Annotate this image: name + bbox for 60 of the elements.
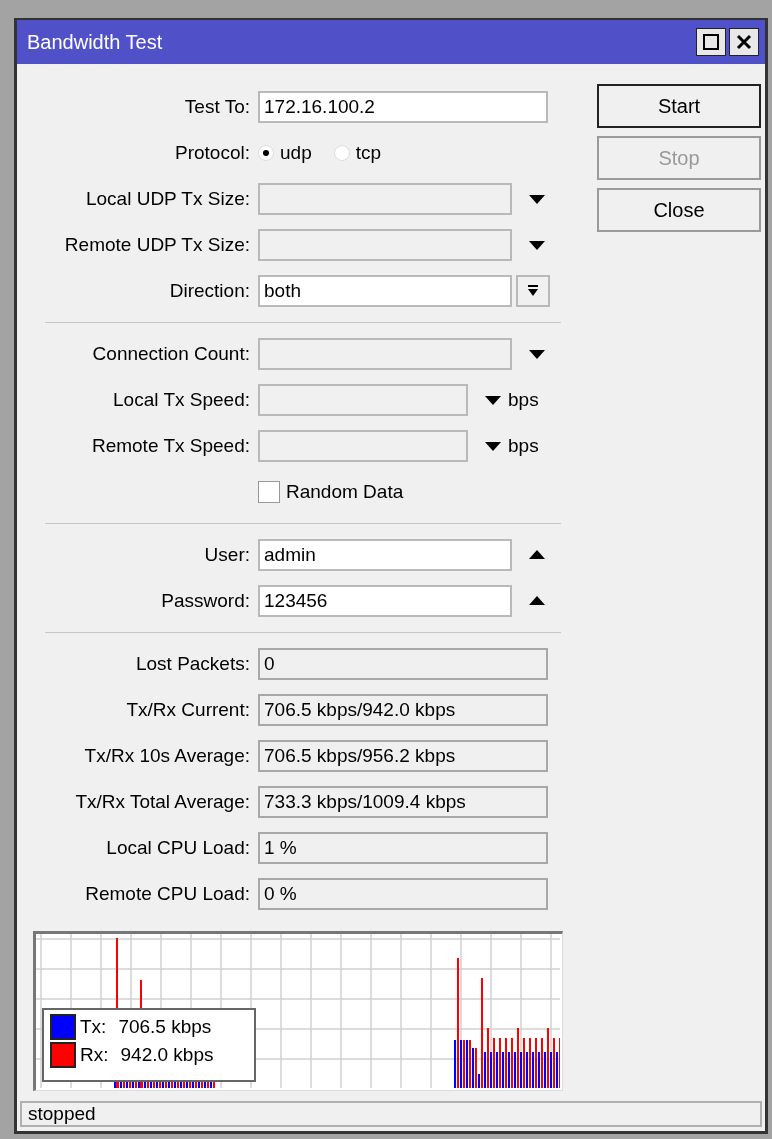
- speed-field[interactable]: [258, 430, 468, 462]
- field-label: Remote Tx Speed:: [90, 435, 250, 457]
- field-label: Direction:: [168, 280, 250, 302]
- field-label: Tx/Rx Current:: [125, 699, 250, 721]
- field-label: Connection Count:: [91, 343, 250, 365]
- dropdown-arrow-icon: [527, 285, 539, 297]
- unit-label: bps: [508, 435, 539, 457]
- select-button[interactable]: [516, 275, 550, 307]
- field-label: User:: [203, 544, 250, 566]
- radio-label: udp: [280, 142, 312, 164]
- readout-field: 706.5 kbps/942.0 kbps: [258, 694, 548, 726]
- maximize-button[interactable]: [696, 28, 726, 56]
- radio-button[interactable]: [333, 145, 350, 161]
- direction-field[interactable]: both: [258, 275, 512, 307]
- field-label: Test To:: [183, 96, 250, 118]
- collapse-arrow-icon[interactable]: [528, 549, 546, 561]
- checkbox[interactable]: [258, 481, 280, 503]
- field-label: Remote UDP Tx Size:: [63, 234, 250, 256]
- legend-value: 942.0 kbps: [120, 1044, 214, 1066]
- readout-field: 706.5 kbps/956.2 kbps: [258, 740, 548, 772]
- dialog-button[interactable]: Close: [597, 188, 761, 232]
- input-field[interactable]: admin: [258, 539, 512, 571]
- radio-label: tcp: [355, 142, 382, 164]
- field-label: Local CPU Load:: [105, 837, 250, 859]
- maximize-icon: [703, 34, 719, 50]
- collapse-arrow-icon[interactable]: [528, 595, 546, 607]
- field-label: Tx/Rx Total Average:: [74, 791, 250, 813]
- legend-label: Tx:: [80, 1016, 107, 1038]
- input-field[interactable]: 123456: [258, 585, 512, 617]
- close-button[interactable]: [729, 28, 759, 56]
- field-label: Protocol:: [174, 142, 250, 164]
- checkbox-label: Random Data: [286, 481, 404, 503]
- field-label: Tx/Rx 10s Average:: [83, 745, 250, 767]
- field-label: Lost Packets:: [134, 653, 250, 675]
- radio-button[interactable]: [258, 145, 274, 161]
- dropdown-arrow-icon[interactable]: [528, 348, 546, 360]
- readout-field: 0 %: [258, 878, 548, 910]
- legend-label: Rx:: [80, 1044, 109, 1066]
- field-label: Local Tx Speed:: [112, 389, 250, 411]
- test-to-field[interactable]: 172.16.100.2: [258, 91, 548, 123]
- field-label: Remote CPU Load:: [84, 883, 250, 905]
- field-label: Password:: [160, 590, 250, 612]
- dropdown-field[interactable]: [258, 338, 512, 370]
- speed-field[interactable]: [258, 384, 468, 416]
- status-text: stopped: [28, 1103, 96, 1125]
- dropdown-field[interactable]: [258, 229, 512, 261]
- dropdown-arrow-icon[interactable]: [528, 239, 546, 251]
- window-title: Bandwidth Test: [27, 30, 163, 54]
- readout-field: 1 %: [258, 832, 548, 864]
- field-label: Local UDP Tx Size:: [84, 188, 250, 210]
- dropdown-field[interactable]: [258, 183, 512, 215]
- readout-field: 733.3 kbps/1009.4 kbps: [258, 786, 548, 818]
- dropdown-arrow-icon[interactable]: [484, 394, 502, 406]
- close-icon: [736, 34, 752, 50]
- dropdown-arrow-icon[interactable]: [528, 193, 546, 205]
- dropdown-arrow-icon[interactable]: [484, 440, 502, 452]
- unit-label: bps: [508, 389, 539, 411]
- readout-field: 0: [258, 648, 548, 680]
- dialog-button[interactable]: Start: [597, 84, 761, 128]
- legend-value: 706.5 kbps: [118, 1016, 212, 1038]
